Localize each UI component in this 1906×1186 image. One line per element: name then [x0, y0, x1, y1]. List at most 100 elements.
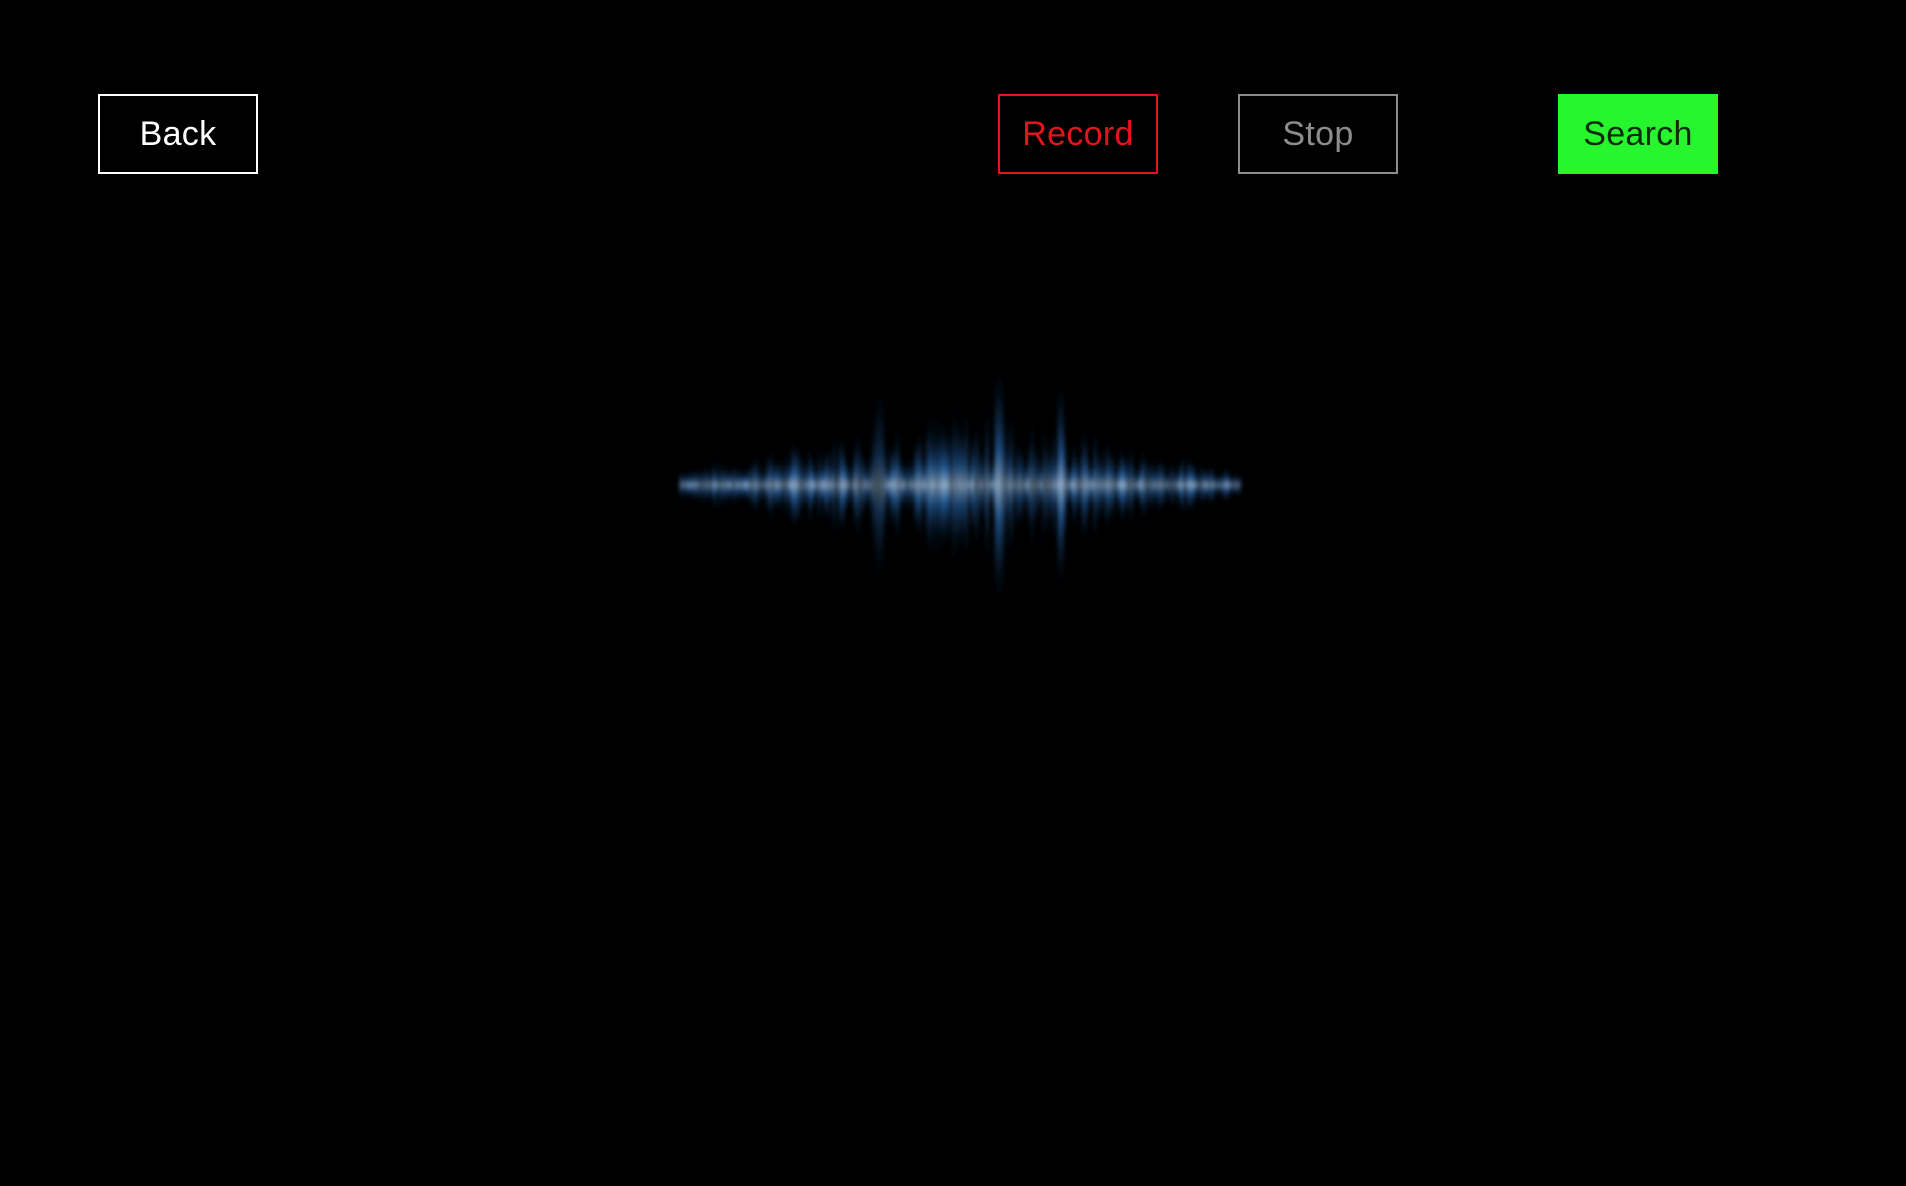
waveform-bar	[764, 470, 767, 500]
waveform-bar	[761, 461, 764, 509]
waveform-bar	[938, 434, 941, 536]
waveform-bar	[1187, 457, 1190, 513]
waveform-bar	[1235, 472, 1238, 498]
waveform-bar	[1163, 460, 1166, 510]
search-button-label: Search	[1583, 114, 1693, 153]
waveform-bar	[1025, 463, 1028, 507]
waveform-bar	[1172, 459, 1175, 511]
waveform-bar	[1052, 429, 1055, 541]
waveform-bar	[995, 370, 998, 600]
waveform-bar	[1142, 447, 1145, 523]
waveform-bar	[1226, 468, 1229, 502]
waveform-bar	[1088, 457, 1091, 513]
waveform-bar	[728, 470, 731, 500]
waveform-bar	[965, 408, 968, 562]
waveform-bar	[908, 455, 911, 515]
waveform-bar	[884, 440, 887, 530]
waveform-bar	[1205, 469, 1208, 501]
waveform-bar	[725, 462, 728, 508]
waveform-bar	[905, 461, 908, 509]
waveform-bar	[800, 451, 803, 519]
waveform-bar	[1118, 457, 1121, 513]
waveform-bar	[989, 463, 992, 507]
waveform-bar	[887, 466, 890, 504]
waveform-bar	[968, 462, 971, 508]
waveform-bar	[872, 425, 875, 545]
waveform-bar	[782, 463, 785, 507]
waveform-bar	[809, 444, 812, 526]
waveform-bar	[983, 445, 986, 525]
waveform-bar	[929, 408, 932, 562]
record-button[interactable]: Record	[998, 94, 1158, 174]
waveform-bar	[1097, 455, 1100, 515]
waveform-bar	[1079, 454, 1082, 516]
waveform-bar	[851, 464, 854, 506]
waveform-bar	[815, 469, 818, 501]
waveform-bar	[1121, 444, 1124, 526]
waveform-bar	[893, 447, 896, 523]
waveform-bar	[833, 429, 836, 541]
waveform-bar	[731, 465, 734, 505]
waveform-bar	[692, 467, 695, 503]
waveform-bar	[806, 462, 809, 508]
waveform-bar	[1169, 462, 1172, 508]
waveform-bar	[1022, 447, 1025, 523]
waveform-bar	[1028, 440, 1031, 530]
waveform-bar	[1193, 463, 1196, 507]
waveform-bar	[890, 441, 893, 529]
waveform-bar	[1154, 465, 1157, 505]
search-button[interactable]: Search	[1558, 94, 1718, 174]
stop-button-label: Stop	[1282, 114, 1354, 153]
waveform-bar	[932, 436, 935, 534]
stop-button[interactable]: Stop	[1238, 94, 1398, 174]
waveform-bar	[878, 390, 881, 580]
waveform-bar	[1232, 473, 1235, 497]
audio-waveform-icon	[680, 370, 1241, 600]
waveform-bar	[1031, 415, 1034, 555]
waveform-bar	[1220, 473, 1223, 497]
waveform-bar	[917, 432, 920, 538]
waveform-bar	[911, 464, 914, 506]
waveform-bar	[1190, 458, 1193, 512]
waveform-bar	[767, 454, 770, 516]
waveform-bar	[1046, 438, 1049, 532]
waveform-bar	[1085, 434, 1088, 536]
waveform-bar	[719, 458, 722, 512]
waveform-bar	[1124, 455, 1127, 515]
waveform-bar	[1229, 473, 1232, 497]
waveform-bar	[1214, 473, 1217, 497]
waveform-bar	[1064, 428, 1067, 542]
back-button-label: Back	[139, 114, 217, 153]
waveform-bar	[1202, 463, 1205, 507]
waveform-bar	[902, 462, 905, 508]
waveform-bar	[686, 469, 689, 501]
waveform-bar	[827, 444, 830, 526]
waveform-bar	[1238, 473, 1241, 497]
waveform-bar	[914, 439, 917, 531]
waveform-bar	[854, 441, 857, 529]
waveform-bar	[797, 445, 800, 525]
waveform-bar	[1076, 455, 1079, 515]
waveform-bar	[1091, 463, 1094, 507]
waveform-bar	[1049, 449, 1052, 521]
waveform-bar	[1208, 465, 1211, 505]
waveform-bar	[740, 465, 743, 505]
waveform-bar	[1004, 414, 1007, 556]
waveform-bar	[1010, 411, 1013, 559]
waveform-bar	[935, 409, 938, 561]
waveform-bar	[812, 459, 815, 511]
waveform-bar	[1058, 385, 1061, 585]
waveform-bar	[1073, 440, 1076, 530]
waveform-bar	[866, 464, 869, 506]
back-button[interactable]: Back	[98, 94, 258, 174]
record-button-label: Record	[1022, 114, 1134, 153]
waveform-bar	[953, 402, 956, 568]
waveform-bar	[689, 473, 692, 497]
waveform-bar	[1181, 454, 1184, 516]
waveform-bar	[992, 454, 995, 516]
waveform-bar	[737, 470, 740, 500]
waveform-bar	[1055, 455, 1058, 515]
waveform-bar	[971, 435, 974, 535]
waveform-bar	[842, 438, 845, 532]
waveform-bar	[845, 457, 848, 513]
